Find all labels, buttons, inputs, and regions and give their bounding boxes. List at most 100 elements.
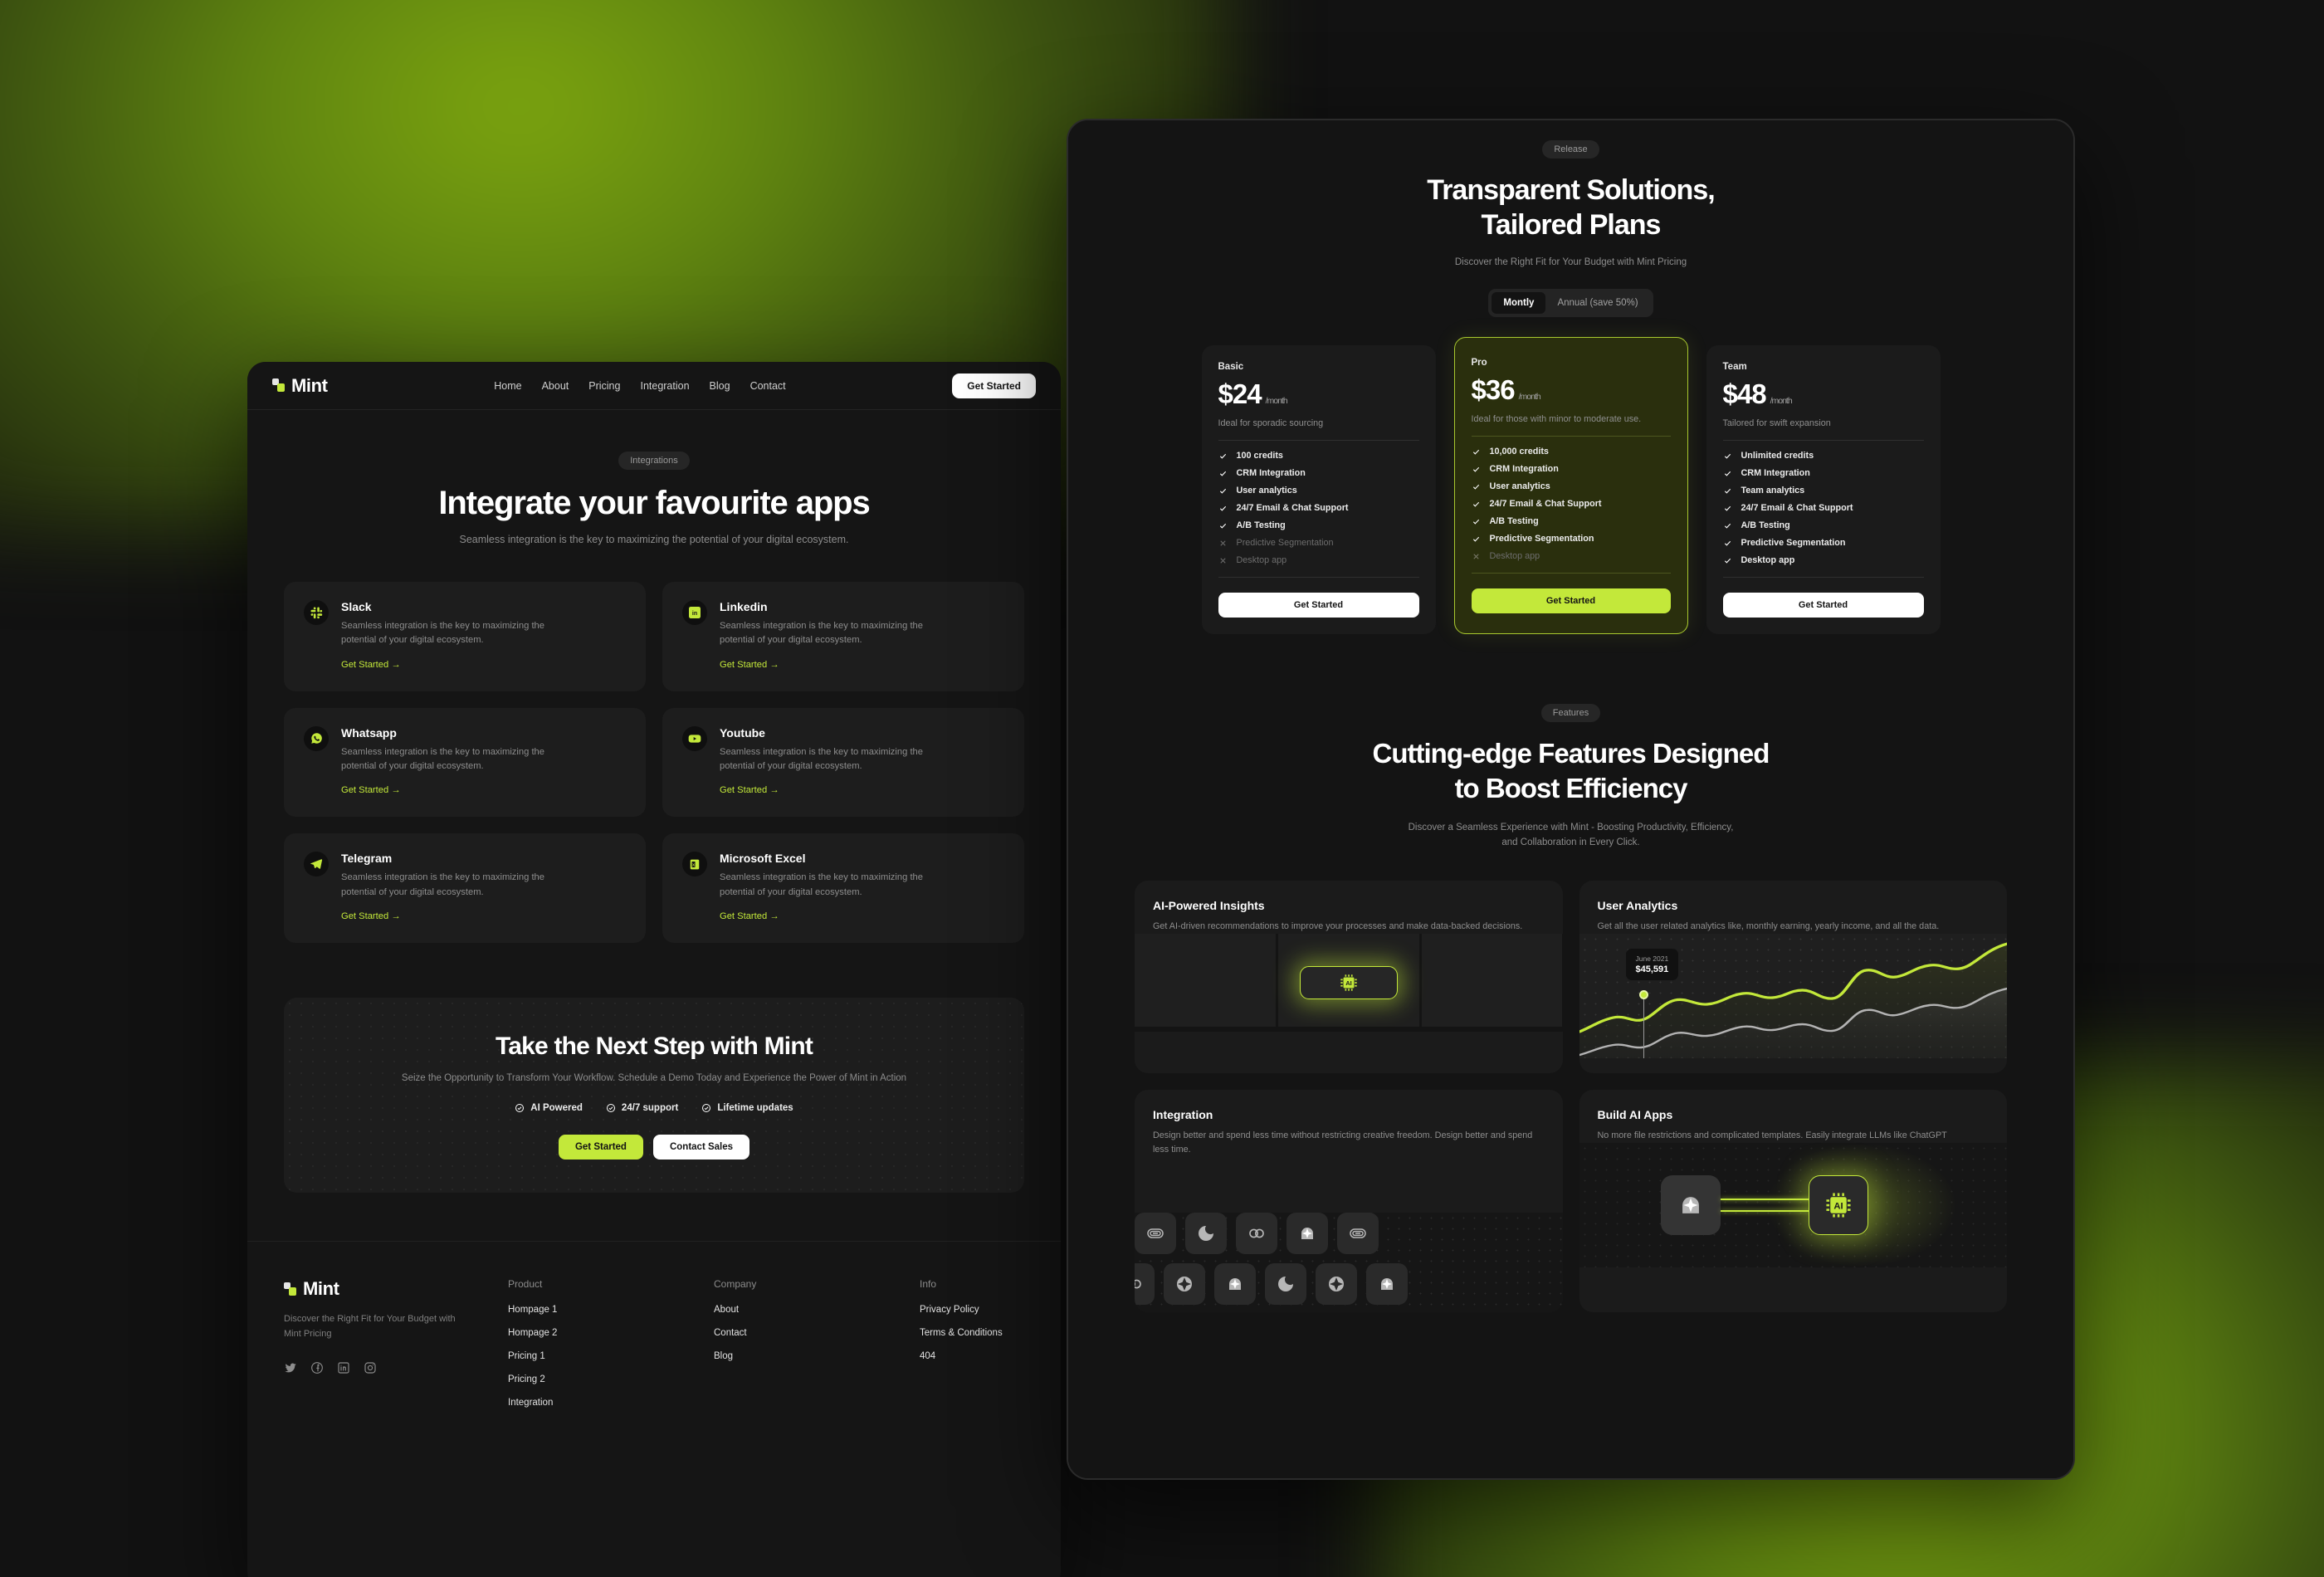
whatsapp-icon [304, 725, 329, 751]
cta-subtitle: Seize the Opportunity to Transform Your … [401, 1073, 907, 1084]
footer-link[interactable]: Integration [508, 1398, 666, 1408]
feature-card-build-ai-apps: Build AI Apps No more file restrictions … [1579, 1089, 2007, 1312]
chart-marker-line [1643, 989, 1644, 1058]
loop-logo-icon [1236, 1212, 1277, 1254]
toggle-monthly[interactable]: Montly [1492, 292, 1546, 315]
feature-card-title: Integration [1153, 1107, 1213, 1121]
footer-column-title: Info [920, 1278, 937, 1291]
footer-link[interactable]: Privacy Policy [920, 1305, 1003, 1315]
feature-cards-grid: AI-Powered Insights Get AI-driven recomm… [1068, 880, 2073, 1312]
plan-feature: Desktop app [1472, 551, 1671, 561]
feature-card-integration: Integration Design better and spend less… [1135, 1089, 1563, 1312]
pricing-title-line2: Tailored Plans [1481, 209, 1662, 242]
integration-get-started-link[interactable]: Get Started → [341, 911, 401, 921]
integration-get-started-link[interactable]: Get Started → [341, 660, 401, 670]
footer-link[interactable]: Pricing 2 [508, 1374, 666, 1384]
footer-link[interactable]: About [714, 1305, 872, 1315]
plan-feature-label: Team analytics [1741, 486, 1805, 496]
footer-link[interactable]: Terms & Conditions [920, 1328, 1003, 1338]
pricing-card-team: Team $48 /month Tailored for swift expan… [1706, 345, 1941, 635]
features-title-line2: to Boost Efficiency [1454, 772, 1688, 803]
cta-feature: Lifetime updates [701, 1103, 793, 1113]
footer-link[interactable]: Contact [714, 1328, 872, 1338]
mint-logo-icon [272, 378, 286, 393]
cta-section: Take the Next Step with Mint Seize the O… [284, 998, 1024, 1194]
integration-card-youtube[interactable]: Youtube Seamless integration is the key … [662, 707, 1024, 818]
nav-links: Home About Pricing Integration Blog Cont… [494, 380, 785, 392]
footer-link[interactable]: Blog [714, 1351, 872, 1361]
footer-logo[interactable]: Mint [284, 1278, 460, 1300]
cta-feature-list: AI Powered 24/7 support Lifetime updates [309, 1103, 999, 1113]
drop-logo-icon [1185, 1212, 1227, 1254]
plan-get-started-button[interactable]: Get Started [1218, 593, 1419, 618]
billing-period-toggle[interactable]: Montly Annual (save 50%) [1488, 289, 1653, 318]
integration-get-started-link[interactable]: Get Started → [341, 785, 401, 795]
plan-description: Tailored for swift expansion [1722, 418, 1831, 429]
integration-card-microsoft-excel[interactable]: X Microsoft Excel Seamless integration i… [662, 833, 1024, 944]
linkedin-icon[interactable] [337, 1361, 350, 1374]
integration-name: Microsoft Excel [720, 852, 806, 866]
nav-link-pricing[interactable]: Pricing [588, 380, 620, 392]
logo[interactable]: Mint [272, 375, 328, 397]
check-icon [1472, 449, 1479, 455]
toggle-annual[interactable]: Annual (save 50%) [1545, 292, 1649, 314]
plan-feature-label: Desktop app [1236, 555, 1287, 566]
spark-logo-icon [1214, 1262, 1256, 1305]
cta-contact-sales-button[interactable]: Contact Sales [652, 1135, 750, 1160]
plan-get-started-button[interactable]: Get Started [1722, 593, 1924, 618]
check-icon [1724, 540, 1731, 546]
divider [1722, 577, 1924, 579]
nav-link-integration[interactable]: Integration [640, 380, 689, 392]
integration-card-slack[interactable]: Slack Seamless integration is the key to… [284, 582, 646, 691]
close-icon [1219, 558, 1226, 564]
instagram-icon[interactable] [364, 1361, 377, 1374]
divider [1218, 577, 1419, 579]
plan-feature: CRM Integration [1723, 468, 1924, 478]
nav-link-contact[interactable]: Contact [750, 380, 786, 392]
integration-get-started-link[interactable]: Get Started → [720, 785, 779, 795]
check-icon [1472, 519, 1479, 525]
connection-wire [1720, 1198, 1810, 1200]
feature-card-title: User Analytics [1597, 898, 1678, 912]
nav-get-started-button[interactable]: Get Started [952, 373, 1036, 398]
plan-feature: Desktop app [1218, 555, 1419, 565]
check-icon [1472, 484, 1479, 490]
integration-card-whatsapp[interactable]: Whatsapp Seamless integration is the key… [284, 707, 646, 818]
footer-link[interactable]: Hompage 2 [508, 1328, 666, 1338]
spark-logo-icon [1366, 1262, 1408, 1305]
integration-card-linkedin[interactable]: in Linkedin Seamless integration is the … [662, 582, 1024, 691]
cta-get-started-button[interactable]: Get Started [558, 1135, 643, 1160]
plan-price: $36 /month [1472, 374, 1671, 406]
chart-data-point [1638, 989, 1648, 999]
plan-feature-label: CRM Integration [1236, 468, 1306, 479]
loop-logo-icon [1135, 1262, 1155, 1305]
hero-badge: Integrations [618, 452, 690, 470]
spark-logo-icon [1682, 1196, 1699, 1213]
pricing-plans: Basic $24 /month Ideal for sporadic sour… [1068, 337, 2073, 635]
plan-feature-label: 100 credits [1236, 451, 1283, 461]
twitter-icon[interactable] [284, 1361, 297, 1374]
footer: Mint Discover the Right Fit for Your Bud… [247, 1241, 1061, 1421]
check-icon [1724, 488, 1731, 494]
plan-name: Pro [1471, 358, 1487, 369]
integration-card-telegram[interactable]: Telegram Seamless integration is the key… [284, 833, 646, 944]
integration-name: Slack [341, 600, 372, 613]
nav-link-home[interactable]: Home [494, 380, 521, 392]
cta-feature: AI Powered [515, 1103, 583, 1113]
plan-name: Team [1722, 362, 1747, 373]
plan-feature-label: Predictive Segmentation [1236, 538, 1334, 549]
integration-get-started-link[interactable]: Get Started → [720, 911, 779, 921]
footer-link[interactable]: 404 [920, 1351, 1003, 1361]
nav-link-blog[interactable]: Blog [710, 380, 730, 392]
facebook-icon[interactable] [310, 1361, 324, 1374]
source-app-node [1660, 1174, 1721, 1235]
footer-link[interactable]: Pricing 1 [508, 1351, 666, 1361]
plan-description: Ideal for sporadic sourcing [1218, 418, 1324, 429]
integration-get-started-link[interactable]: Get Started → [720, 660, 779, 670]
plan-get-started-button[interactable]: Get Started [1471, 588, 1671, 614]
footer-link[interactable]: Hompage 1 [508, 1305, 666, 1315]
nav-link-about[interactable]: About [542, 380, 569, 392]
footer-column-info: Info Privacy Policy Terms & Conditions 4… [920, 1278, 1003, 1421]
ai-chip-badge: AI [1299, 965, 1398, 999]
integration-desc: Seamless integration is the key to maxim… [341, 621, 544, 646]
